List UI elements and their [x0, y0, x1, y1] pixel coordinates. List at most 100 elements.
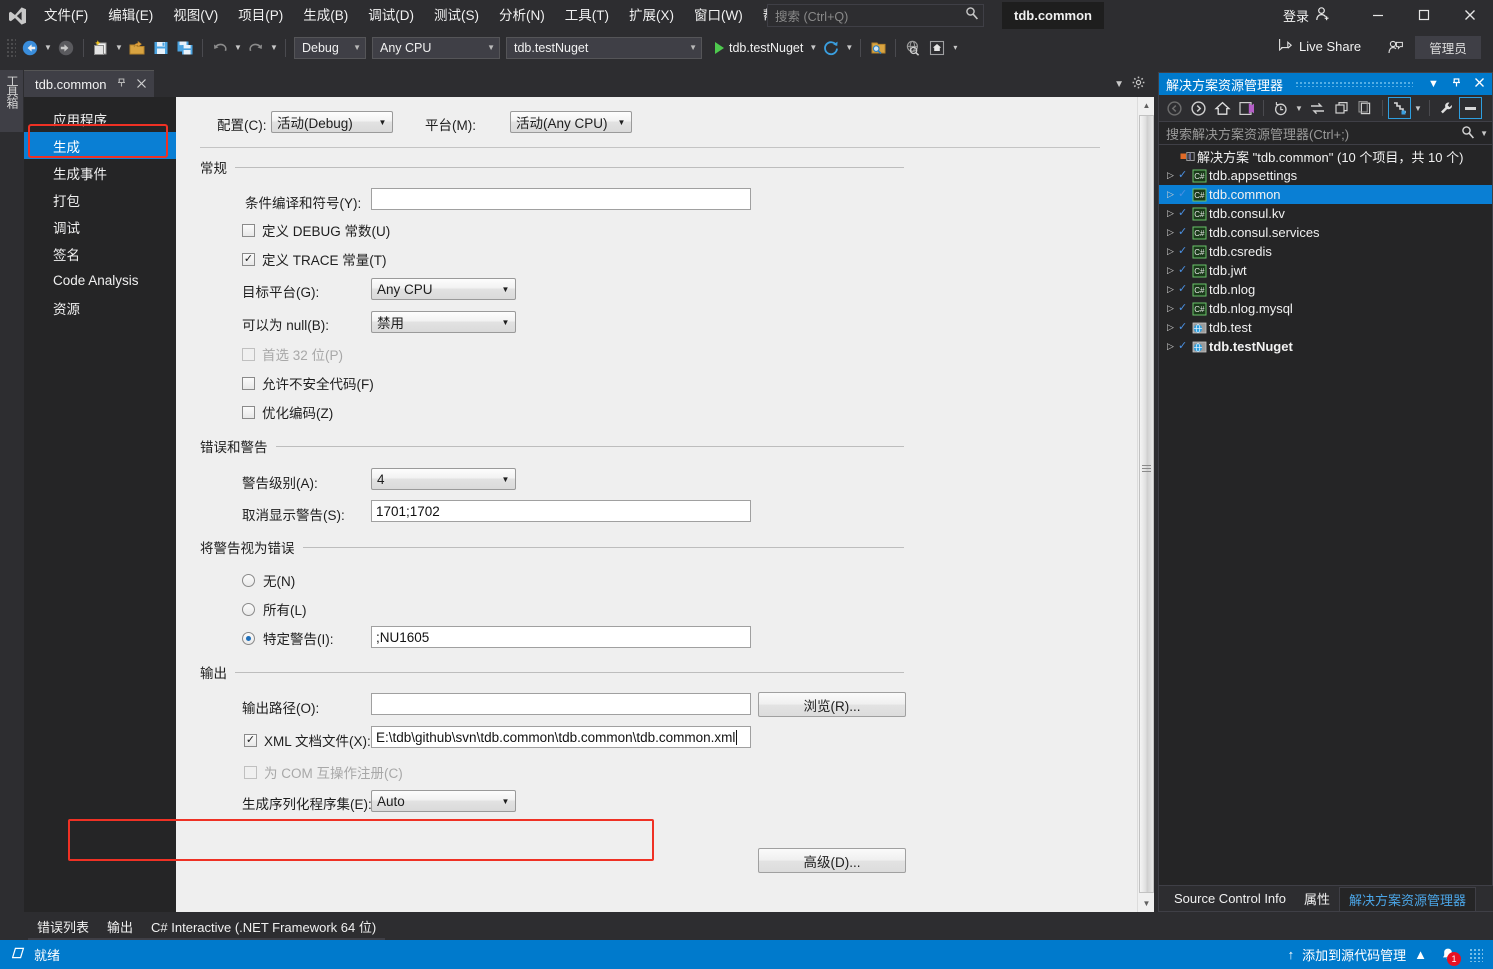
warn-as-error-specific-radio[interactable]: 特定警告(I):: [242, 628, 334, 648]
project-row-tdb-nlog-mysql[interactable]: ▷ ✓ C# tdb.nlog.mysql: [1159, 299, 1492, 318]
scroll-up-arrow-icon[interactable]: ▲: [1138, 97, 1154, 114]
browser-search-icon[interactable]: [901, 36, 925, 60]
properties-nav-build[interactable]: 生成: [24, 132, 176, 159]
properties-nav-debug[interactable]: 调试: [24, 213, 176, 240]
toolbox-tab[interactable]: 工具箱: [0, 70, 23, 132]
menu-tools[interactable]: 工具(T): [555, 3, 619, 29]
save-all-icon[interactable]: [173, 36, 197, 60]
properties-nav-code-analysis[interactable]: Code Analysis: [24, 267, 176, 294]
se-home-icon[interactable]: [1211, 97, 1234, 119]
xml-doc-file-input[interactable]: E:\tdb\github\svn\tdb.common\tdb.common\…: [371, 726, 751, 748]
expander-icon[interactable]: ▷: [1163, 189, 1178, 200]
warning-level-combo[interactable]: 4 ▼: [371, 468, 516, 490]
se-solution-view-icon[interactable]: [1235, 97, 1258, 119]
new-project-dropdown-icon[interactable]: ▼: [113, 36, 125, 60]
active-document-chip[interactable]: tdb.common: [1002, 2, 1104, 29]
scrollbar-thumb[interactable]: [1139, 115, 1154, 893]
panel-close-icon[interactable]: [1471, 77, 1488, 91]
navigate-backward-dropdown-icon[interactable]: ▼: [42, 36, 54, 60]
live-share-button[interactable]: Live Share: [1278, 37, 1361, 55]
menu-project[interactable]: 项目(P): [228, 3, 293, 29]
output-path-input[interactable]: [371, 693, 751, 715]
tab-csharp-interactive[interactable]: C# Interactive (.NET Framework 64 位): [142, 913, 385, 940]
properties-nav-resources[interactable]: 资源: [24, 294, 176, 321]
hot-reload-icon[interactable]: [819, 36, 843, 60]
toolbar-grip[interactable]: [6, 37, 16, 58]
save-icon[interactable]: [149, 36, 173, 60]
project-row-tdb-appsettings[interactable]: ▷ ✓ C# tdb.appsettings: [1159, 166, 1492, 185]
project-row-tdb-nlog[interactable]: ▷ ✓ C# tdb.nlog: [1159, 280, 1492, 299]
properties-nav-application[interactable]: 应用程序: [24, 105, 176, 132]
advanced-button[interactable]: 高级(D)...: [758, 848, 906, 873]
tab-tdb-common[interactable]: tdb.common: [24, 70, 154, 97]
feedback-icon[interactable]: [1383, 35, 1407, 59]
close-icon[interactable]: [136, 77, 147, 92]
chevron-up-icon[interactable]: ▲: [1414, 947, 1427, 962]
add-to-source-control-button[interactable]: 添加到源代码管理: [1302, 945, 1406, 964]
expander-icon[interactable]: ▷: [1163, 208, 1178, 219]
panel-pin-icon[interactable]: [1448, 77, 1465, 91]
menu-analyze[interactable]: 分析(N): [489, 3, 555, 29]
define-debug-checkbox[interactable]: 定义 DEBUG 常数(U): [242, 220, 390, 240]
menu-extensions[interactable]: 扩展(X): [619, 3, 684, 29]
titlebar-drag-dots[interactable]: [1295, 81, 1413, 87]
se-search-options-dropdown-icon[interactable]: ▼: [1480, 129, 1488, 138]
expander-icon[interactable]: ▷: [1163, 246, 1178, 257]
expander-icon[interactable]: ▷: [1163, 284, 1178, 295]
se-sync-with-active-document-icon[interactable]: [1306, 97, 1329, 119]
redo-icon[interactable]: [244, 36, 268, 60]
toolbar-overflow-icon[interactable]: ▾: [949, 36, 961, 60]
target-platform-combo[interactable]: Any CPU ▼: [371, 278, 516, 300]
navigate-forward-icon[interactable]: [54, 36, 78, 60]
new-project-icon[interactable]: [89, 36, 113, 60]
hot-reload-dropdown-icon[interactable]: ▼: [843, 36, 855, 60]
menu-debug[interactable]: 调试(D): [358, 3, 424, 29]
project-row-tdb-common[interactable]: ▷ ✓ C# tdb.common: [1159, 185, 1492, 204]
window-maximize-button[interactable]: [1401, 0, 1447, 30]
project-row-tdb-consul-kv[interactable]: ▷ ✓ C# tdb.consul.kv: [1159, 204, 1492, 223]
undo-icon[interactable]: [208, 36, 232, 60]
expander-icon[interactable]: ▷: [1163, 227, 1178, 238]
se-refresh-icon[interactable]: [1330, 97, 1353, 119]
specific-warnings-input[interactable]: ;NU1605: [371, 626, 751, 648]
window-close-button[interactable]: [1447, 0, 1493, 30]
window-resize-grip[interactable]: [1469, 947, 1483, 962]
warn-as-error-all-radio[interactable]: 所有(L): [242, 599, 307, 619]
undo-dropdown-icon[interactable]: ▼: [232, 36, 244, 60]
start-debugging-button[interactable]: tdb.testNuget: [711, 39, 807, 57]
start-debugging-dropdown-icon[interactable]: ▼: [807, 36, 819, 60]
conditional-symbols-input[interactable]: [371, 188, 751, 210]
se-back-icon[interactable]: [1163, 97, 1186, 119]
open-file-icon[interactable]: [125, 36, 149, 60]
nullable-combo[interactable]: 禁用 ▼: [371, 311, 516, 333]
solution-root-row[interactable]: 解决方案 "tdb.common" (10 个项目，共 10 个): [1159, 147, 1492, 166]
active-files-dropdown-icon[interactable]: ▼: [1114, 79, 1124, 90]
sign-in-button[interactable]: 登录: [1283, 6, 1331, 25]
se-pending-changes-icon[interactable]: [1269, 97, 1292, 119]
expander-icon[interactable]: ▷: [1163, 322, 1178, 333]
optimize-code-checkbox[interactable]: 优化编码(Z): [242, 402, 333, 422]
se-properties-wrench-icon[interactable]: [1435, 97, 1458, 119]
gear-icon[interactable]: [1132, 76, 1145, 92]
expander-icon[interactable]: ▷: [1163, 170, 1178, 181]
properties-nav-build-events[interactable]: 生成事件: [24, 159, 176, 186]
global-search-input[interactable]: 搜索 (Ctrl+Q): [767, 4, 984, 27]
solution-platform-combo[interactable]: Any CPU ▼: [372, 36, 500, 59]
se-forward-icon[interactable]: [1187, 97, 1210, 119]
redo-dropdown-icon[interactable]: ▼: [268, 36, 280, 60]
serialization-assembly-combo[interactable]: Auto ▼: [371, 790, 516, 812]
project-row-tdb-consul-services[interactable]: ▷ ✓ C# tdb.consul.services: [1159, 223, 1492, 242]
project-row-tdb-csredis[interactable]: ▷ ✓ C# tdb.csredis: [1159, 242, 1492, 261]
scroll-down-arrow-icon[interactable]: ▼: [1138, 895, 1154, 912]
panel-dropdown-icon[interactable]: ▼: [1425, 78, 1442, 90]
expander-icon[interactable]: ▷: [1163, 303, 1178, 314]
expander-icon[interactable]: ▷: [1163, 341, 1178, 352]
define-trace-checkbox[interactable]: ✓ 定义 TRACE 常量(T): [242, 249, 387, 269]
solution-explorer-search-input[interactable]: 搜索解决方案资源管理器(Ctrl+;) ▼: [1159, 121, 1492, 145]
config-combo[interactable]: 活动(Debug) ▼: [271, 111, 393, 133]
startup-project-combo[interactable]: tdb.testNuget ▼: [506, 36, 702, 59]
browse-button[interactable]: 浏览(R)...: [758, 692, 906, 717]
notifications-button[interactable]: 1: [1435, 945, 1461, 966]
preview-home-icon[interactable]: [925, 36, 949, 60]
tab-source-control-info[interactable]: Source Control Info: [1165, 887, 1295, 911]
